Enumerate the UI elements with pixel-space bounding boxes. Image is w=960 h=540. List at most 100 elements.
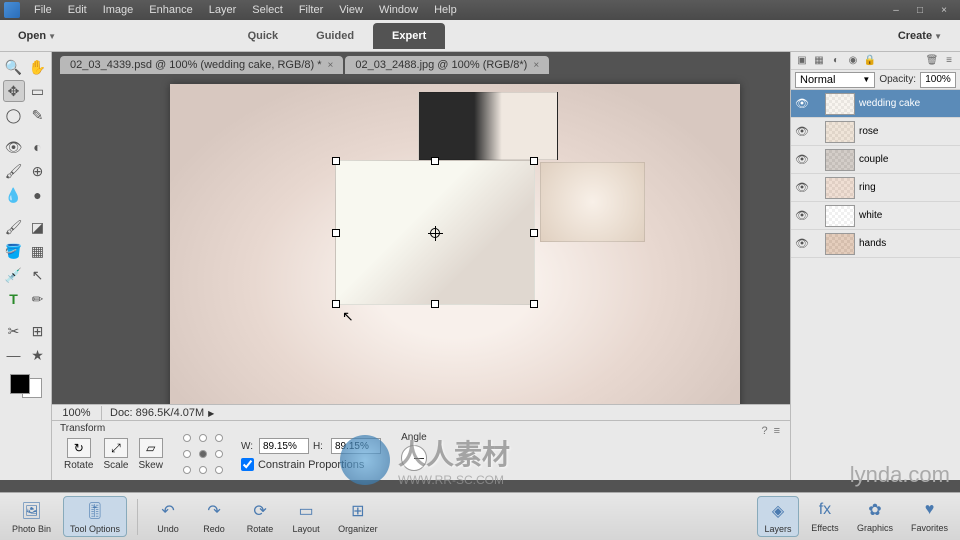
layer-row[interactable]: 👁 white bbox=[791, 202, 960, 230]
transform-handle[interactable] bbox=[332, 300, 340, 308]
close-button[interactable]: × bbox=[932, 2, 956, 18]
ref-point[interactable] bbox=[183, 450, 191, 458]
visibility-icon[interactable]: 👁 bbox=[795, 153, 807, 166]
favorites-tab-button[interactable]: ♥Favorites bbox=[905, 496, 954, 537]
layer-row[interactable]: 👁 wedding cake bbox=[791, 90, 960, 118]
transform-handle[interactable] bbox=[530, 157, 538, 165]
width-field[interactable] bbox=[259, 438, 309, 454]
ref-point[interactable] bbox=[199, 434, 207, 442]
recompose-tool[interactable]: ⊞ bbox=[27, 320, 49, 342]
transform-scale-button[interactable]: ⤢Scale bbox=[103, 438, 128, 471]
gradient-tool[interactable]: ▦ bbox=[27, 240, 49, 262]
menu-help[interactable]: Help bbox=[426, 4, 465, 16]
reference-point-grid[interactable] bbox=[183, 434, 225, 476]
menu-layer[interactable]: Layer bbox=[201, 4, 245, 16]
quick-select-tool[interactable]: ✎ bbox=[27, 104, 49, 126]
layer-row[interactable]: 👁 ring bbox=[791, 174, 960, 202]
brush-tool[interactable]: 🖌 bbox=[3, 216, 25, 238]
new-layer-icon[interactable]: ▣ bbox=[795, 54, 809, 68]
eraser-tool[interactable]: ◪ bbox=[27, 216, 49, 238]
move-tool[interactable]: ✥ bbox=[3, 80, 25, 102]
sponge-tool[interactable]: ● bbox=[27, 184, 49, 206]
transform-handle[interactable] bbox=[332, 157, 340, 165]
effects-tab-button[interactable]: fxEffects bbox=[805, 496, 845, 537]
ref-point[interactable] bbox=[199, 466, 207, 474]
visibility-icon[interactable]: 👁 bbox=[795, 209, 807, 222]
redeye-tool[interactable]: 👁 bbox=[3, 136, 25, 158]
document-tab[interactable]: 02_03_2488.jpg @ 100% (RGB/8*)× bbox=[345, 56, 549, 74]
shape-tool[interactable]: ↖ bbox=[27, 264, 49, 286]
type-tool[interactable]: T bbox=[3, 288, 25, 310]
tool-options-button[interactable]: 🎚Tool Options bbox=[63, 496, 127, 537]
visibility-icon[interactable]: 👁 bbox=[795, 97, 807, 110]
hand-tool[interactable]: ✋ bbox=[27, 56, 49, 78]
menu-file[interactable]: File bbox=[26, 4, 60, 16]
transform-handle[interactable] bbox=[530, 300, 538, 308]
layer-thumbnail[interactable] bbox=[825, 205, 855, 227]
adjustment-layer-icon[interactable]: ◐ bbox=[829, 54, 843, 68]
visibility-icon[interactable]: 👁 bbox=[795, 181, 807, 194]
menu-edit[interactable]: Edit bbox=[60, 4, 95, 16]
marquee-tool[interactable]: ▭ bbox=[27, 80, 49, 102]
open-button[interactable]: Open▼ bbox=[10, 26, 64, 46]
visibility-icon[interactable]: 👁 bbox=[795, 125, 807, 138]
layer-name[interactable]: white bbox=[859, 210, 882, 221]
spot-heal-tool[interactable]: ◐ bbox=[27, 136, 49, 158]
height-field[interactable] bbox=[331, 438, 381, 454]
mask-icon[interactable]: ◉ bbox=[846, 54, 860, 68]
crop-tool[interactable]: ✂ bbox=[3, 320, 25, 342]
delete-layer-icon[interactable]: 🗑 bbox=[925, 54, 939, 68]
placed-image-wedding-cake[interactable] bbox=[335, 160, 535, 305]
layer-thumbnail[interactable] bbox=[825, 121, 855, 143]
transform-center-point[interactable] bbox=[430, 228, 440, 238]
redo-button[interactable]: ↷Redo bbox=[194, 497, 234, 536]
new-group-icon[interactable]: ▦ bbox=[812, 54, 826, 68]
ref-point[interactable] bbox=[215, 450, 223, 458]
opacity-field[interactable] bbox=[920, 72, 956, 88]
mode-guided[interactable]: Guided bbox=[297, 23, 373, 49]
ref-point[interactable] bbox=[215, 466, 223, 474]
panel-menu-icon[interactable]: ≡ bbox=[942, 54, 956, 68]
menu-image[interactable]: Image bbox=[95, 4, 142, 16]
layer-row[interactable]: 👁 couple bbox=[791, 146, 960, 174]
layer-name[interactable]: ring bbox=[859, 182, 876, 193]
canvas[interactable]: ↖ bbox=[170, 84, 740, 404]
visibility-icon[interactable]: 👁 bbox=[795, 237, 807, 250]
lock-icon[interactable]: 🔒 bbox=[863, 54, 877, 68]
foreground-color[interactable] bbox=[10, 374, 30, 394]
layer-name[interactable]: wedding cake bbox=[859, 98, 920, 109]
panel-menu-icon[interactable]: ≡ bbox=[774, 425, 780, 437]
layout-button[interactable]: ▭Layout bbox=[286, 497, 326, 536]
color-swatch[interactable] bbox=[10, 374, 42, 398]
maximize-button[interactable]: □ bbox=[908, 2, 932, 18]
mode-expert[interactable]: Expert bbox=[373, 23, 445, 49]
placed-image-rose[interactable] bbox=[540, 162, 645, 242]
menu-window[interactable]: Window bbox=[371, 4, 426, 16]
placed-image-couple[interactable] bbox=[418, 92, 558, 160]
layer-row[interactable]: 👁rose bbox=[791, 118, 960, 146]
smart-brush-tool[interactable]: 🖌 bbox=[3, 160, 25, 182]
layer-thumbnail[interactable] bbox=[825, 233, 855, 255]
organizer-button[interactable]: ⊞Organizer bbox=[332, 497, 384, 536]
layer-thumbnail[interactable] bbox=[825, 93, 855, 115]
layer-name[interactable]: hands bbox=[859, 238, 886, 249]
close-icon[interactable]: × bbox=[533, 60, 539, 71]
rotate-button[interactable]: ⟳Rotate bbox=[240, 497, 280, 536]
layer-thumbnail[interactable] bbox=[825, 177, 855, 199]
doc-info[interactable]: Doc: 896.5K/4.07M▶ bbox=[102, 407, 222, 419]
minimize-button[interactable]: – bbox=[884, 2, 908, 18]
layers-tab-button[interactable]: ◈Layers bbox=[757, 496, 799, 537]
clone-tool[interactable]: ⊕ bbox=[27, 160, 49, 182]
transform-skew-button[interactable]: ▱Skew bbox=[138, 438, 162, 471]
close-icon[interactable]: × bbox=[328, 60, 334, 71]
ref-point[interactable] bbox=[183, 434, 191, 442]
help-icon[interactable]: ? bbox=[761, 425, 767, 437]
mode-quick[interactable]: Quick bbox=[229, 23, 298, 49]
paint-bucket-tool[interactable]: 🪣 bbox=[3, 240, 25, 262]
pencil-tool[interactable]: ✏ bbox=[27, 288, 49, 310]
create-button[interactable]: Create▼ bbox=[890, 26, 950, 46]
layer-row[interactable]: 👁 hands bbox=[791, 230, 960, 258]
layer-name[interactable]: couple bbox=[859, 154, 888, 165]
transform-handle[interactable] bbox=[530, 229, 538, 237]
ref-point[interactable] bbox=[183, 466, 191, 474]
